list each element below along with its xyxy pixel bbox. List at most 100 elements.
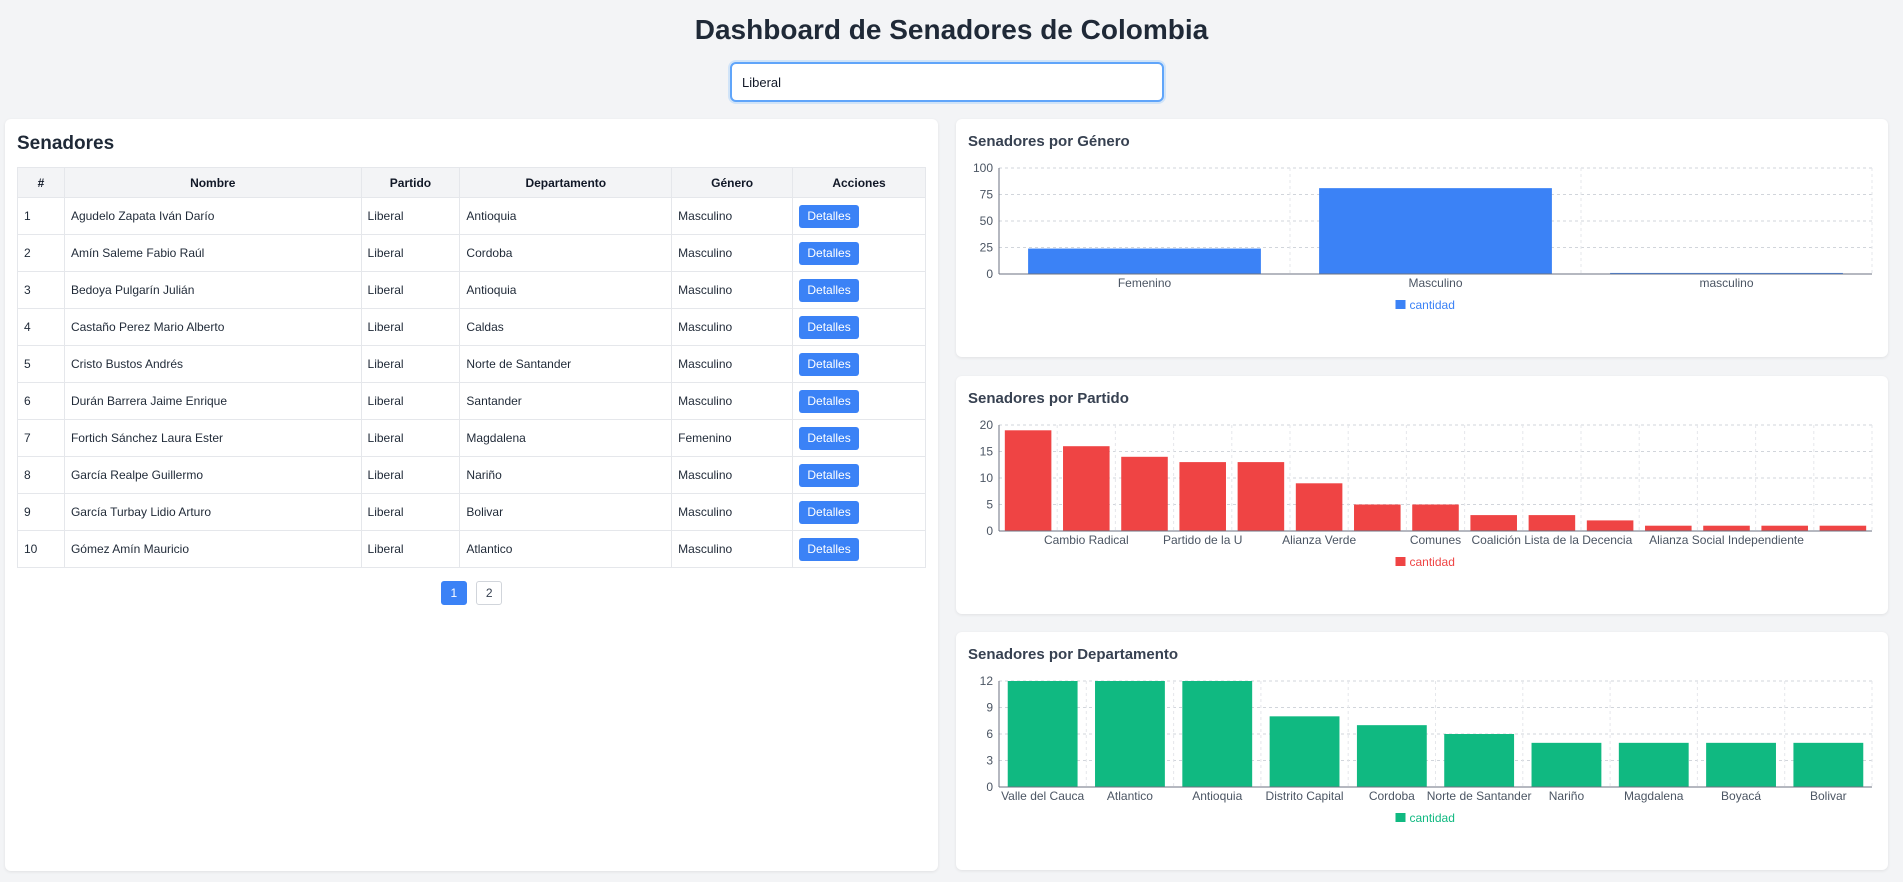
column-header-partido[interactable]: Partido xyxy=(360,167,461,198)
bar[interactable] xyxy=(1028,248,1261,274)
cell-nombre: Cristo Bustos Andrés xyxy=(63,345,362,383)
detalles-button[interactable]: Detalles xyxy=(799,241,860,265)
bar[interactable] xyxy=(1703,525,1750,531)
cell-nombre: Agudelo Zapata Iván Darío xyxy=(63,197,362,235)
bar[interactable] xyxy=(1793,742,1864,787)
cell-genero: Femenino xyxy=(671,419,794,457)
column-header-departamento[interactable]: Departamento xyxy=(459,167,673,198)
detalles-button[interactable]: Detalles xyxy=(799,500,860,524)
bar[interactable] xyxy=(1121,456,1168,531)
legend-label: cantidad xyxy=(1410,298,1455,312)
cell-departamento: Bolivar xyxy=(459,493,673,531)
bar[interactable] xyxy=(1063,446,1110,531)
bar[interactable] xyxy=(1531,742,1602,787)
page-button-2[interactable]: 2 xyxy=(476,581,503,605)
bar[interactable] xyxy=(1618,742,1689,787)
cell-acciones: Detalles xyxy=(792,308,926,346)
y-tick-label: 6 xyxy=(986,727,993,741)
cell-nombre: Durán Barrera Jaime Enrique xyxy=(63,382,362,420)
page-button-1[interactable]: 1 xyxy=(440,581,467,605)
cell-departamento: Caldas xyxy=(459,308,673,346)
legend-swatch xyxy=(1395,813,1406,822)
x-tick-label: masculino xyxy=(1699,276,1753,290)
detalles-button[interactable]: Detalles xyxy=(799,537,860,561)
column-header-acciones: Acciones xyxy=(792,167,926,198)
bar[interactable] xyxy=(1295,483,1343,531)
detalles-button[interactable]: Detalles xyxy=(799,278,860,302)
cell-nombre: García Realpe Guillermo xyxy=(63,456,362,494)
cell-acciones: Detalles xyxy=(792,456,926,494)
bar[interactable] xyxy=(1706,742,1776,787)
bar[interactable] xyxy=(1586,520,1634,531)
cell-acciones: Detalles xyxy=(792,271,926,309)
detalles-button[interactable]: Detalles xyxy=(799,463,860,487)
cell-genero: Masculino xyxy=(671,493,794,531)
bar[interactable] xyxy=(1269,716,1340,787)
x-tick-label: Norte de Santander xyxy=(1427,789,1532,803)
y-tick-label: 0 xyxy=(986,267,993,281)
bar[interactable] xyxy=(1007,681,1078,787)
pagination: 1 2 xyxy=(5,581,938,605)
bar[interactable] xyxy=(1761,525,1808,531)
x-tick-label: Coalición Lista de la Decencia xyxy=(1472,533,1633,547)
x-tick-label: Nariño xyxy=(1549,789,1585,803)
column-header-nombre[interactable]: Nombre xyxy=(63,167,362,198)
bar[interactable] xyxy=(1179,462,1226,531)
bar[interactable] xyxy=(1354,504,1401,532)
bar[interactable] xyxy=(1819,525,1867,531)
cell-partido: Liberal xyxy=(360,271,461,309)
senadores-table: # Nombre Partido Departamento Género Acc… xyxy=(17,167,926,568)
x-tick-label: Boyacá xyxy=(1721,789,1761,803)
table-row: 5 Cristo Bustos Andrés Liberal Norte de San… xyxy=(17,345,926,383)
cell-genero: Masculino xyxy=(671,345,794,383)
table-row: 10 Gómez Amín Mauricio Liberal Atlantico Mas… xyxy=(17,530,926,568)
bar[interactable] xyxy=(1095,681,1165,787)
y-tick-label: 75 xyxy=(980,188,994,202)
search-input[interactable] xyxy=(730,62,1164,102)
cell-genero: Masculino xyxy=(671,308,794,346)
bar[interactable] xyxy=(1182,681,1253,787)
chart-card-partido: Senadores por Partido 0 5 10 15 20 Cambio Rad… xyxy=(956,376,1888,614)
bar[interactable] xyxy=(1004,430,1052,531)
bar[interactable] xyxy=(1237,462,1285,531)
detalles-button[interactable]: Detalles xyxy=(799,315,860,339)
table-row: 1 Agudelo Zapata Iván Darío Liberal Antioqu… xyxy=(17,197,926,235)
x-tick-label: Bolivar xyxy=(1810,789,1847,803)
table-header-row: # Nombre Partido Departamento Género Acc… xyxy=(17,167,926,198)
detalles-button[interactable]: Detalles xyxy=(799,204,860,228)
panel-title: Senadores xyxy=(17,133,115,154)
cell-number: 5 xyxy=(17,345,65,383)
cell-departamento: Santander xyxy=(459,382,673,420)
cell-genero: Masculino xyxy=(671,234,794,272)
cell-number: 1 xyxy=(17,197,65,235)
cell-number: 7 xyxy=(17,419,65,457)
table-row: 7 Fortich Sánchez Laura Ester Liberal Magda… xyxy=(17,419,926,457)
detalles-button[interactable]: Detalles xyxy=(799,426,860,450)
cell-acciones: Detalles xyxy=(792,493,926,531)
bar[interactable] xyxy=(1356,725,1427,787)
cell-acciones: Detalles xyxy=(792,382,926,420)
y-tick-label: 20 xyxy=(980,418,994,432)
cell-departamento: Magdalena xyxy=(459,419,673,457)
cell-partido: Liberal xyxy=(360,530,461,568)
chart-departamento: 0 3 6 9 12 Valle del Cauca Atlantico Antioquia D… xyxy=(980,674,1873,825)
detalles-button[interactable]: Detalles xyxy=(799,389,860,413)
cell-acciones: Detalles xyxy=(792,197,926,235)
column-header-number[interactable]: # xyxy=(17,167,65,198)
bar[interactable] xyxy=(1412,504,1459,532)
x-tick-label: Magdalena xyxy=(1624,789,1684,803)
y-tick-label: 0 xyxy=(986,780,993,794)
bar[interactable] xyxy=(1470,515,1517,531)
chart-card-departamento: Senadores por Departamento 0 3 6 9 12 Valle d… xyxy=(956,632,1888,870)
cell-partido: Liberal xyxy=(360,234,461,272)
cell-genero: Masculino xyxy=(671,382,794,420)
bar[interactable] xyxy=(1645,525,1692,531)
x-tick-label: Atlantico xyxy=(1107,789,1153,803)
bar[interactable] xyxy=(1319,188,1552,274)
x-tick-label: Cambio Radical xyxy=(1044,533,1129,547)
column-header-genero[interactable]: Género xyxy=(671,167,794,198)
x-tick-label: Alianza Verde xyxy=(1282,533,1356,547)
bar[interactable] xyxy=(1528,515,1576,531)
bar[interactable] xyxy=(1444,734,1515,787)
detalles-button[interactable]: Detalles xyxy=(799,352,860,376)
